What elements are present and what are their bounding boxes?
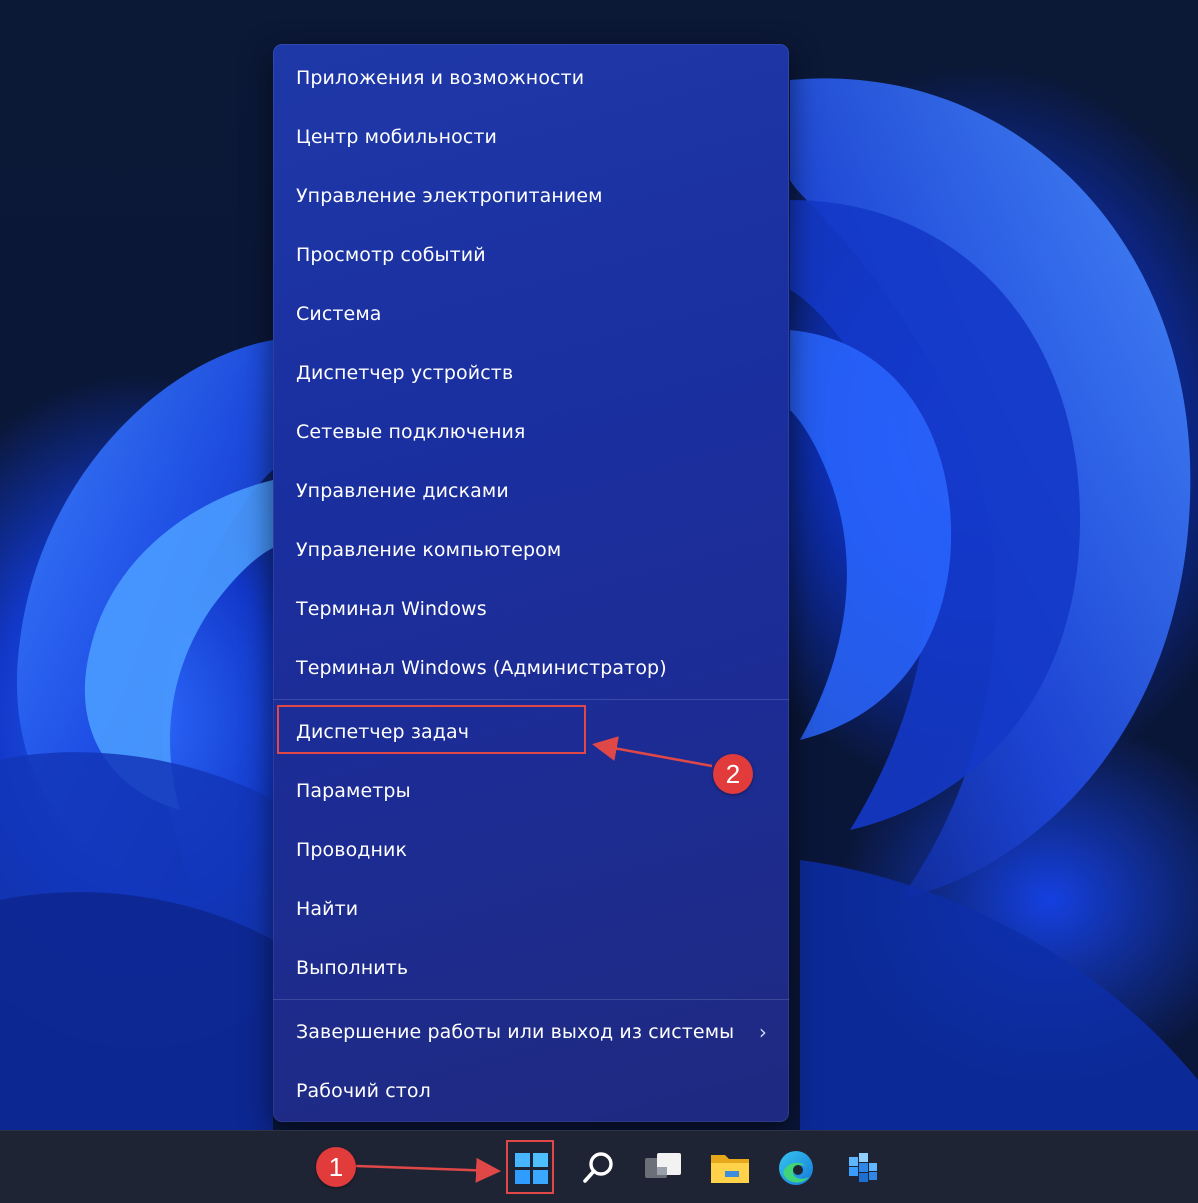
task-view-icon[interactable] <box>641 1145 687 1191</box>
menu-item-label: Рабочий стол <box>296 1080 431 1102</box>
chevron-right-icon: › <box>758 1020 767 1044</box>
annotation-highlight-task-manager <box>277 705 586 754</box>
menu-item-system[interactable]: Система <box>273 285 789 343</box>
menu-item-apps-features[interactable]: Приложения и возможности <box>273 49 789 107</box>
windows-start-icon[interactable] <box>509 1145 555 1191</box>
menu-item-file-explorer[interactable]: Проводник <box>273 821 789 879</box>
menu-item-shutdown-signout[interactable]: Завершение работы или выход из системы › <box>273 1003 789 1061</box>
winx-power-user-menu: Приложения и возможности Центр мобильнос… <box>273 44 789 1122</box>
search-icon[interactable] <box>575 1145 621 1191</box>
menu-item-settings[interactable]: Параметры <box>273 762 789 820</box>
menu-item-event-viewer[interactable]: Просмотр событий <box>273 226 789 284</box>
menu-item-network-connections[interactable]: Сетевые подключения <box>273 403 789 461</box>
menu-divider <box>273 999 789 1000</box>
menu-item-label: Найти <box>296 898 359 920</box>
menu-item-windows-terminal-admin[interactable]: Терминал Windows (Администратор) <box>273 639 789 697</box>
menu-item-device-manager[interactable]: Диспетчер устройств <box>273 344 789 402</box>
menu-item-computer-management[interactable]: Управление компьютером <box>273 521 789 579</box>
menu-item-label: Выполнить <box>296 957 409 979</box>
menu-divider <box>273 699 789 700</box>
menu-item-label: Приложения и возможности <box>296 67 585 89</box>
menu-item-label: Диспетчер устройств <box>296 362 514 384</box>
taskbar <box>0 1130 1198 1203</box>
menu-item-label: Терминал Windows <box>296 598 487 620</box>
menu-item-run[interactable]: Выполнить <box>273 939 789 997</box>
menu-item-mobility-center[interactable]: Центр мобильности <box>273 108 789 166</box>
menu-item-label: Параметры <box>296 780 411 802</box>
menu-item-search[interactable]: Найти <box>273 880 789 938</box>
edge-icon[interactable] <box>773 1145 819 1191</box>
menu-item-label: Центр мобильности <box>296 126 498 148</box>
menu-item-label: Управление электропитанием <box>296 185 603 207</box>
menu-item-label: Проводник <box>296 839 408 861</box>
menu-item-label: Сетевые подключения <box>296 421 526 443</box>
store-icon[interactable] <box>839 1145 885 1191</box>
menu-item-label: Терминал Windows (Администратор) <box>296 657 667 679</box>
menu-item-label: Просмотр событий <box>296 244 486 266</box>
menu-item-desktop[interactable]: Рабочий стол <box>273 1062 789 1120</box>
annotation-badge-1: 1 <box>316 1147 356 1187</box>
menu-item-label: Система <box>296 303 382 325</box>
file-explorer-icon[interactable] <box>707 1145 753 1191</box>
menu-item-power-options[interactable]: Управление электропитанием <box>273 167 789 225</box>
menu-item-label: Завершение работы или выход из системы <box>296 1021 735 1043</box>
menu-item-label: Управление компьютером <box>296 539 562 561</box>
menu-item-label: Управление дисками <box>296 480 509 502</box>
annotation-badge-2: 2 <box>713 754 753 794</box>
menu-item-windows-terminal[interactable]: Терминал Windows <box>273 580 789 638</box>
menu-item-disk-management[interactable]: Управление дисками <box>273 462 789 520</box>
